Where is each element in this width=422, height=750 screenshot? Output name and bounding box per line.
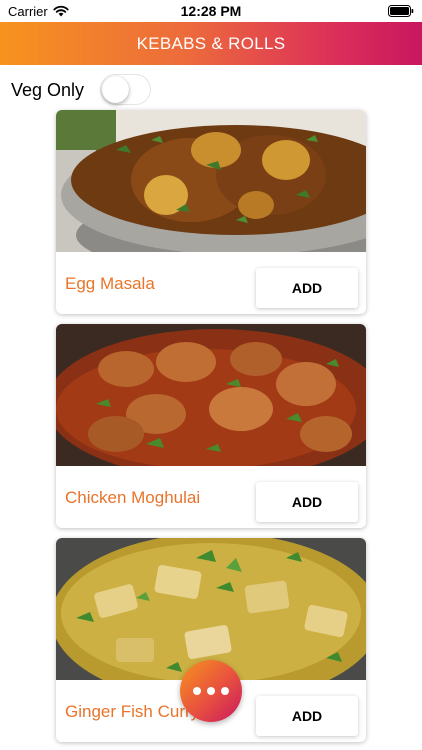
add-button[interactable]: ADD <box>256 696 358 736</box>
dish-card[interactable]: Chicken Moghulai ADD <box>56 324 366 528</box>
more-options-button[interactable] <box>180 660 242 722</box>
battery-icon <box>388 5 414 17</box>
nav-bar: KEBABS & ROLLS <box>0 22 422 65</box>
veg-filter-row: Veg Only <box>0 72 422 108</box>
dish-card[interactable]: Egg Masala ADD <box>56 110 366 314</box>
dish-image-ginger-fish-curry <box>56 538 366 680</box>
status-time: 12:28 PM <box>180 3 242 19</box>
veg-only-label: Veg Only <box>11 80 85 100</box>
status-bar: Carrier 12:28 PM <box>0 0 422 22</box>
toggle-knob <box>102 76 129 103</box>
more-dots-icon <box>207 687 215 695</box>
page-title: KEBABS & ROLLS <box>136 33 286 53</box>
dish-image-chicken-moghulai <box>56 324 366 466</box>
more-dots-icon <box>221 687 229 695</box>
dish-name: Egg Masala <box>65 274 155 293</box>
dish-name: Chicken Moghulai <box>65 488 201 507</box>
dish-name: Ginger Fish Curry <box>65 702 200 721</box>
add-button[interactable]: ADD <box>256 482 358 522</box>
add-button[interactable]: ADD <box>256 268 358 308</box>
more-dots-icon <box>193 687 201 695</box>
dish-image-egg-masala <box>56 110 366 252</box>
veg-only-toggle[interactable] <box>100 74 151 105</box>
